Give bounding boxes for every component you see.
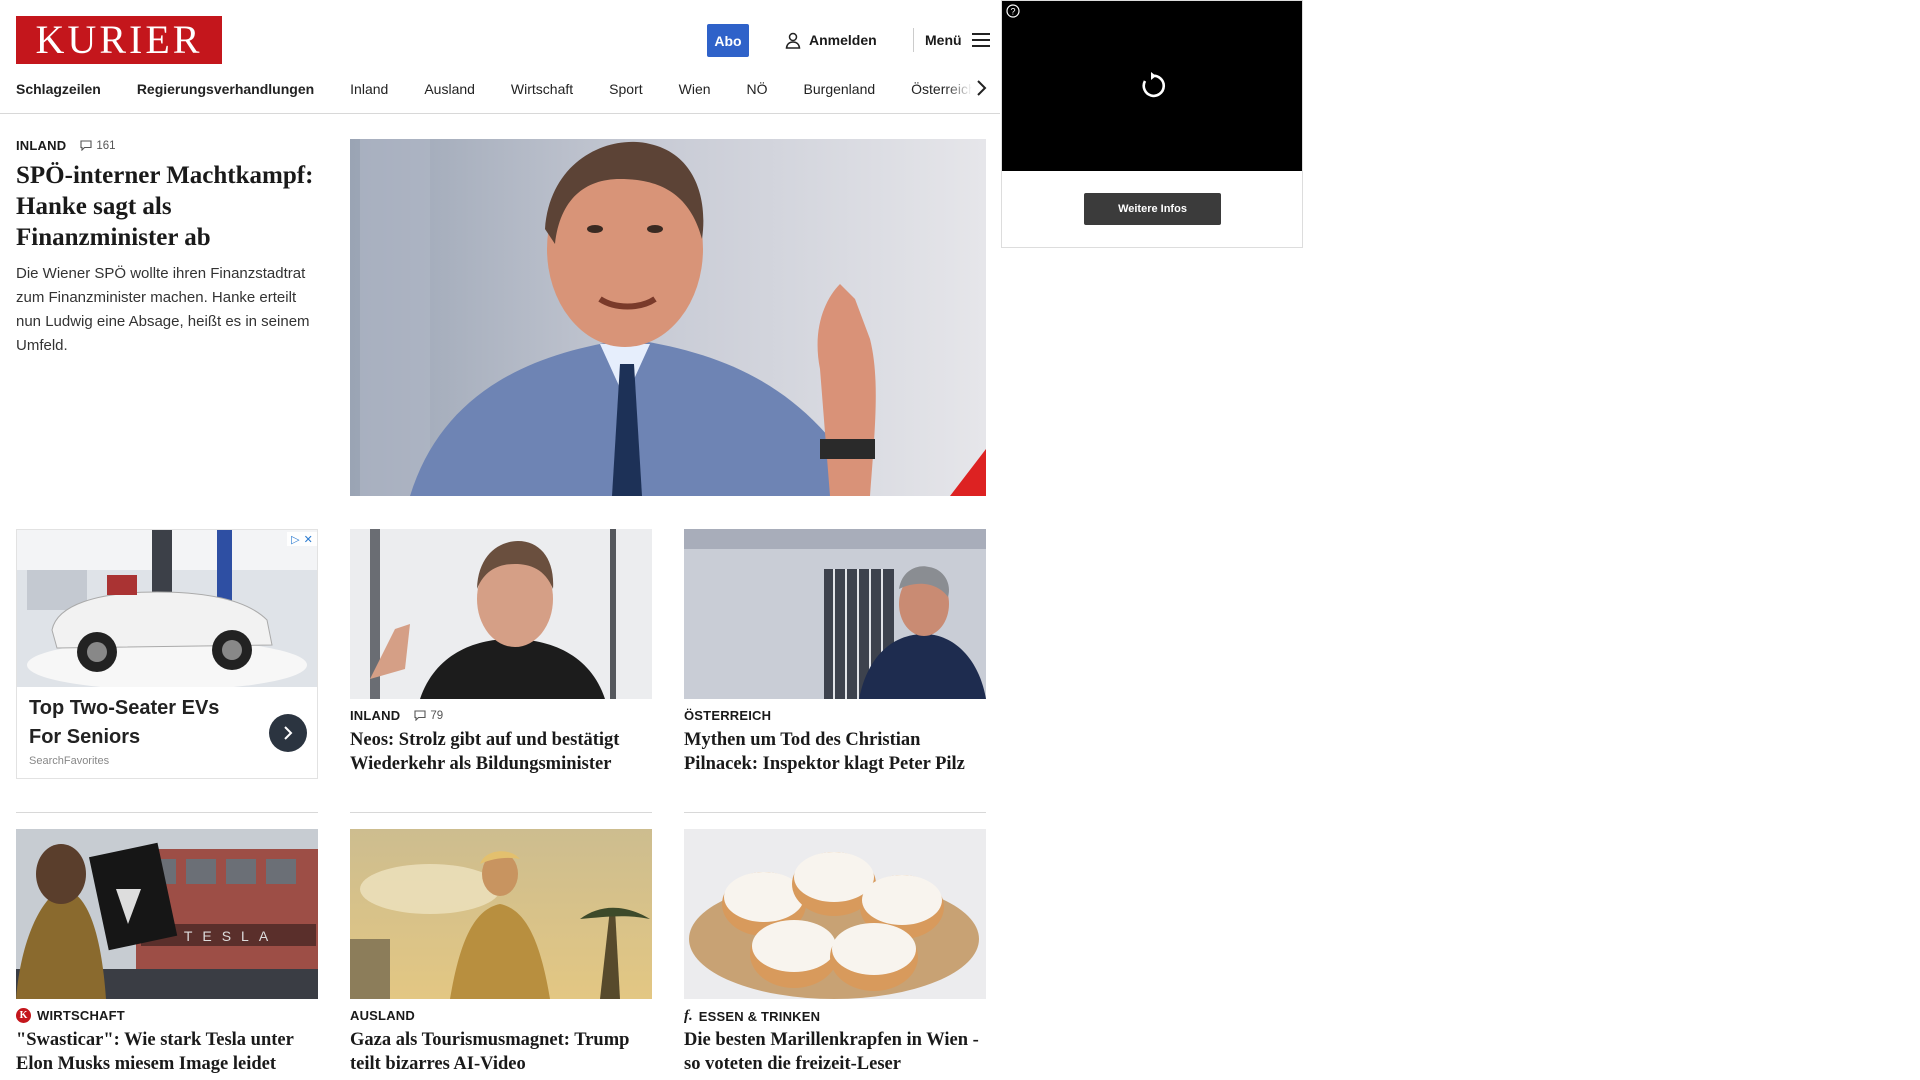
nav-item-inland[interactable]: Inland <box>350 81 388 97</box>
menu-button[interactable]: Menü <box>925 28 990 52</box>
abo-button[interactable]: Abo <box>707 24 749 57</box>
article-kicker[interactable]: ESSEN & TRINKEN <box>699 1009 820 1024</box>
kurier-logo[interactable]: KURIER <box>16 16 222 64</box>
article-image-tesla[interactable]: TESLA <box>16 829 318 999</box>
nav-item-regierungsverhandlungen[interactable]: Regierungsverhandlungen <box>137 81 314 97</box>
hero-headline[interactable]: SPÖ-interner Machtkampf: Hanke sagt als … <box>16 160 321 253</box>
sponsored-ad-card[interactable]: ▷ ✕ Top Two-Seater EVs For Seniors Searc… <box>16 529 318 779</box>
nav-item-burgenland[interactable]: Burgenland <box>804 81 876 97</box>
article-kicker[interactable]: INLAND <box>350 708 400 723</box>
nav-item-wirtschaft[interactable]: Wirtschaft <box>511 81 573 97</box>
section-navigation: Schlagzeilen Regierungsverhandlungen Inl… <box>16 80 991 98</box>
article-image-gaza[interactable] <box>350 829 652 999</box>
card-divider <box>350 812 652 813</box>
video-ad[interactable]: ? Weitere Infos <box>1001 0 1303 248</box>
article-comments[interactable]: 79 <box>414 710 443 722</box>
help-icon[interactable]: ? <box>1006 4 1020 18</box>
article-headline[interactable]: Die besten Marillenkrapfen in Wien - so … <box>684 1028 989 1076</box>
article-headline[interactable]: Gaza als Tourismusmagnet: Trump teilt bi… <box>350 1028 655 1076</box>
article-headline[interactable]: "Swasticar": Wie stark Tesla unter Elon … <box>16 1028 321 1076</box>
nav-item-sport[interactable]: Sport <box>609 81 642 97</box>
ad-go-button[interactable] <box>269 714 307 752</box>
article-kicker[interactable]: ÖSTERREICH <box>684 708 771 723</box>
hero-comments[interactable]: 161 <box>80 139 116 152</box>
nav-item-noe[interactable]: NÖ <box>747 81 768 97</box>
hamburger-icon <box>971 33 990 47</box>
comment-icon <box>80 140 92 151</box>
nav-item-ausland[interactable]: Ausland <box>424 81 475 97</box>
login-button[interactable]: Anmelden <box>785 28 877 52</box>
chevron-right-icon <box>284 726 293 740</box>
article-headline[interactable]: Neos: Strolz gibt auf und bestätigt Wied… <box>350 728 655 776</box>
article-meta: INLAND 79 <box>350 708 443 723</box>
hero-teaser[interactable]: Die Wiener SPÖ wollte ihren Finanzstadtr… <box>16 262 316 358</box>
ad-image[interactable] <box>17 530 317 687</box>
close-icon[interactable]: ✕ <box>304 533 313 546</box>
card-divider <box>16 812 318 813</box>
hero-meta: INLAND 161 <box>16 138 116 153</box>
nav-item-wien[interactable]: Wien <box>679 81 711 97</box>
login-label: Anmelden <box>809 32 877 48</box>
kurier-brand-icon: K <box>16 1008 31 1023</box>
header-divider <box>913 28 914 52</box>
freizeit-brand-icon: f. <box>684 1008 693 1024</box>
video-player[interactable]: ? <box>1002 1 1302 171</box>
more-info-button[interactable]: Weitere Infos <box>1084 193 1221 225</box>
article-headline[interactable]: Mythen um Tod des Christian Pilnacek: In… <box>684 728 989 776</box>
ad-choices[interactable]: ▷ ✕ <box>287 532 317 546</box>
article-kicker[interactable]: AUSLAND <box>350 1008 415 1023</box>
chevron-right-icon[interactable] <box>972 78 990 98</box>
article-image-pilnacek[interactable] <box>684 529 986 699</box>
ad-source: SearchFavorites <box>29 755 110 767</box>
user-icon <box>785 32 801 49</box>
replay-icon[interactable] <box>1137 71 1167 101</box>
svg-text:?: ? <box>1010 7 1015 17</box>
article-comment-count: 79 <box>430 709 444 722</box>
header-divider-line <box>0 113 1000 114</box>
ad-title[interactable]: Top Two-Seater EVs For Seniors <box>29 694 249 752</box>
hero-comment-count: 161 <box>96 139 116 152</box>
article-image-strolz[interactable] <box>350 529 652 699</box>
hero-image[interactable] <box>350 139 986 496</box>
article-meta: K WIRTSCHAFT <box>16 1008 125 1023</box>
article-meta: ÖSTERREICH <box>684 708 771 723</box>
card-divider <box>684 812 986 813</box>
hero-kicker[interactable]: INLAND <box>16 138 66 153</box>
article-image-krapfen[interactable] <box>684 829 986 999</box>
menu-label: Menü <box>925 32 962 48</box>
comment-icon <box>414 710 426 721</box>
svg-text:TESLA: TESLA <box>184 928 278 944</box>
nav-item-schlagzeilen[interactable]: Schlagzeilen <box>16 81 101 97</box>
article-meta: AUSLAND <box>350 1008 415 1023</box>
article-kicker[interactable]: WIRTSCHAFT <box>37 1008 125 1023</box>
adchoices-icon: ▷ <box>291 533 300 546</box>
article-meta: f. ESSEN & TRINKEN <box>684 1008 820 1025</box>
